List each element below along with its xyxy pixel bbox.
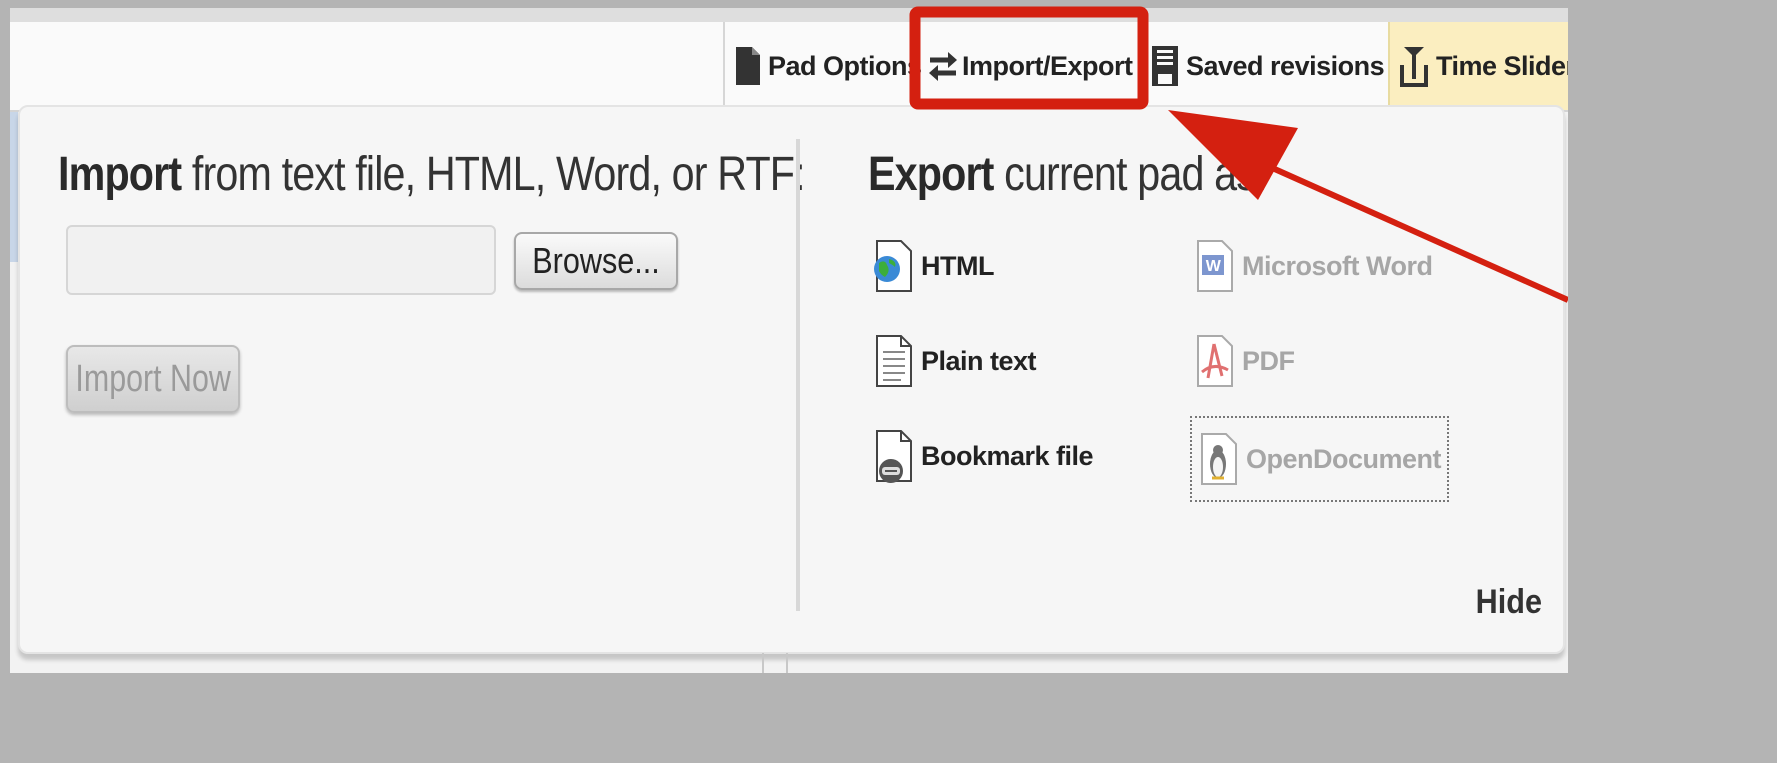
export-plain-text-link[interactable]: Plain text [873, 332, 1037, 390]
export-opendocument-link[interactable]: OpenDocument [1189, 416, 1450, 502]
import-heading-rest: from text file, HTML, Word, or RTF: [181, 148, 806, 201]
export-bookmark-file-label: Bookmark file [921, 440, 1094, 471]
svg-text:W: W [1206, 258, 1222, 275]
import-file-input[interactable] [66, 225, 496, 295]
window-top-strip [10, 8, 1568, 23]
editor-divider-right [786, 653, 788, 673]
floppy-disk-icon [1150, 44, 1180, 88]
word-document-icon: W [1194, 237, 1234, 295]
export-microsoft-word-link[interactable]: W Microsoft Word [1194, 237, 1433, 295]
html-globe-icon [873, 237, 913, 295]
app-frame: Pad Options Import/Export Saved revision… [10, 8, 1568, 673]
saved-revisions-button[interactable]: Saved revisions [1150, 22, 1385, 110]
import-export-label: Import/Export [962, 50, 1133, 81]
plain-text-file-icon [873, 332, 913, 390]
bookmark-file-icon [873, 427, 913, 485]
export-bookmark-file-link[interactable]: Bookmark file [873, 427, 1094, 485]
hide-link[interactable]: Hide [1476, 583, 1542, 622]
import-heading: Import from text file, HTML, Word, or RT… [58, 147, 806, 202]
export-heading-rest: current pad as: [993, 148, 1267, 201]
browse-button[interactable]: Browse... [514, 232, 678, 290]
saved-revisions-label: Saved revisions [1186, 50, 1385, 81]
editor-left-edge [10, 112, 18, 262]
import-now-button[interactable]: Import Now [66, 345, 240, 413]
time-slider-button[interactable]: Time Slider [1388, 22, 1568, 110]
export-pdf-label: PDF [1242, 345, 1295, 376]
export-microsoft-word-label: Microsoft Word [1242, 250, 1433, 281]
pdf-file-icon [1194, 332, 1234, 390]
panel-separator [796, 139, 800, 611]
swap-arrows-icon [926, 48, 960, 84]
pad-options-label: Pad Options [768, 50, 922, 81]
export-plain-text-label: Plain text [921, 345, 1037, 376]
document-icon [734, 45, 762, 87]
browse-label: Browse... [532, 240, 660, 281]
editor-divider-left [762, 653, 764, 673]
export-html-label: HTML [921, 250, 994, 281]
time-slider-label: Time Slider [1436, 50, 1568, 81]
export-opendocument-label: OpenDocument [1246, 443, 1442, 474]
export-pdf-link[interactable]: PDF [1194, 332, 1295, 390]
opendocument-penguin-icon [1198, 430, 1238, 488]
import-heading-bold: Import [58, 148, 182, 201]
export-heading: Export current pad as: [868, 147, 1267, 202]
pad-options-button[interactable]: Pad Options [734, 22, 922, 110]
toolbar-divider [723, 22, 725, 112]
import-export-panel: Import from text file, HTML, Word, or RT… [18, 105, 1565, 654]
export-heading-bold: Export [868, 148, 994, 201]
import-export-button[interactable]: Import/Export [926, 22, 1133, 110]
export-html-link[interactable]: HTML [873, 237, 994, 295]
import-now-label: Import Now [75, 357, 231, 400]
time-slider-icon [1398, 43, 1430, 89]
